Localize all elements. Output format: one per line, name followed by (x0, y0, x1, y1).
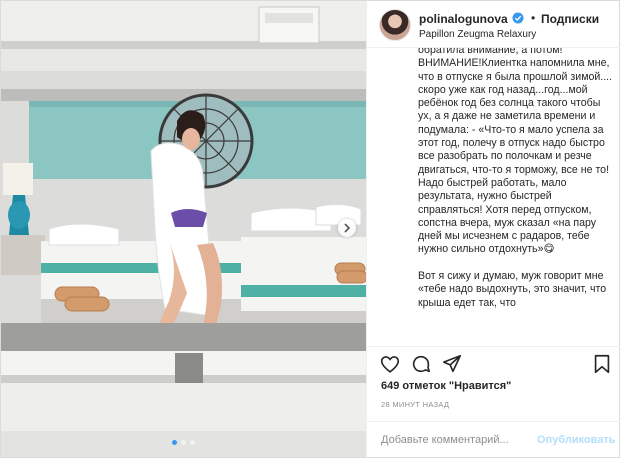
photo-illustration (1, 1, 366, 457)
instagram-post: polinalogunova • Подписки Papillon Zeugm… (0, 0, 620, 458)
heart-icon[interactable] (379, 353, 401, 375)
publish-button[interactable]: Опубликовать (537, 434, 616, 446)
comment-bar: Опубликовать (367, 421, 620, 460)
post-header: polinalogunova • Подписки Papillon Zeugm… (367, 1, 620, 48)
carousel-dot-active (172, 440, 177, 445)
following-button[interactable]: Подписки (541, 12, 599, 26)
carousel-dot (190, 440, 195, 445)
caption-text: обратила внимание, а потом! ВНИМАНИЕ!Кли… (418, 48, 613, 309)
comment-input[interactable] (381, 432, 531, 448)
share-icon[interactable] (441, 353, 463, 375)
post-side-panel: polinalogunova • Подписки Papillon Zeugm… (366, 1, 620, 457)
header-separator: • (531, 11, 536, 25)
post-timestamp[interactable]: 28 МИНУТ НАЗАД (381, 400, 449, 409)
verified-badge-icon (512, 12, 524, 24)
carousel-dots (1, 440, 366, 445)
avatar[interactable] (379, 9, 411, 41)
post-photo[interactable] (1, 1, 366, 457)
post-actions: 649 отметок "Нравится" 28 МИНУТ НАЗАД Оп… (367, 346, 620, 459)
carousel-dot (181, 440, 186, 445)
comment-icon[interactable] (410, 353, 432, 375)
location-link[interactable]: Papillon Zeugma Relaxury (419, 29, 536, 40)
chevron-right-icon (344, 223, 351, 233)
next-photo-button[interactable] (338, 219, 356, 237)
username-link[interactable]: polinalogunova (419, 12, 508, 26)
caption-area: обратила внимание, а потом! ВНИМАНИЕ!Кли… (367, 48, 620, 346)
bookmark-icon[interactable] (591, 353, 613, 375)
likes-count[interactable]: 649 отметок "Нравится" (381, 380, 511, 392)
